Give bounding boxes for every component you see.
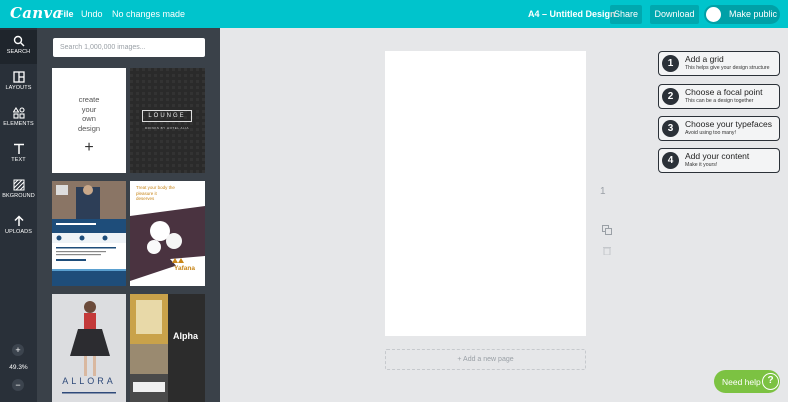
- uploads-icon: [13, 215, 24, 226]
- alpha-title: Alpha: [173, 331, 199, 341]
- alpha-artwork: [130, 294, 168, 402]
- allora-title: ALLORA: [62, 376, 116, 386]
- tip-number: 4: [662, 152, 679, 169]
- template-lounge[interactable]: LOUNGE DRINKS BY HOTEL ALIA: [130, 68, 205, 173]
- development-artwork: [52, 181, 126, 286]
- tip-number: 1: [662, 55, 679, 72]
- nav-elements[interactable]: ELEMENTS: [0, 102, 37, 136]
- text-icon: [13, 143, 24, 154]
- delete-page-icon[interactable]: [603, 246, 611, 255]
- need-help-label: Need help: [722, 377, 761, 387]
- nav-uploads-label: UPLOADS: [5, 229, 32, 235]
- create-own-design-text: create your own design: [77, 95, 101, 133]
- copy-page-icon[interactable]: [602, 225, 612, 235]
- nav-layouts-label: LAYOUTS: [5, 85, 32, 91]
- nav-text-label: TEXT: [11, 157, 26, 163]
- tip-card-3: 3 Choose your typefaces Avoid using too …: [658, 116, 780, 141]
- tip-title: Choose your typefaces: [685, 119, 772, 129]
- tip-title: Choose a focal point: [685, 87, 763, 97]
- tip-title: Add your content: [685, 151, 750, 161]
- nav-text[interactable]: TEXT: [0, 138, 37, 172]
- background-icon: [13, 179, 24, 191]
- zoom-level: 49.3%: [9, 364, 28, 371]
- tip-description: Make it yours!: [685, 162, 718, 168]
- template-development[interactable]: [52, 181, 126, 286]
- nav-background-label: BKGROUND: [2, 193, 35, 199]
- tip-description: This can be a design together: [685, 98, 754, 104]
- nav-layouts[interactable]: LAYOUTS: [0, 66, 37, 100]
- create-own-design-tile[interactable]: create your own design +: [52, 68, 126, 173]
- template-allora[interactable]: ALLORA: [52, 294, 126, 402]
- nav-background[interactable]: BKGROUND: [0, 174, 37, 208]
- need-help-button[interactable]: Need help ?: [714, 370, 780, 393]
- lounge-subtitle: DRINKS BY HOTEL ALIA: [144, 126, 189, 130]
- plus-icon: +: [84, 139, 94, 156]
- help-question-icon: ?: [762, 373, 779, 390]
- toggle-knob: [706, 7, 721, 22]
- tip-description: This helps give your design structure: [685, 65, 770, 71]
- download-button[interactable]: Download: [650, 5, 699, 24]
- design-title[interactable]: A4 – Untitled Design: [528, 9, 616, 19]
- tip-description: Avoid using too many!: [685, 130, 736, 136]
- make-public-toggle[interactable]: Make public: [704, 5, 780, 24]
- share-button[interactable]: Share: [610, 5, 642, 24]
- menu-undo[interactable]: Undo: [81, 9, 103, 19]
- make-public-label: Make public: [729, 9, 778, 19]
- image-search-input[interactable]: Search 1,000,000 images...: [53, 38, 205, 57]
- tip-card-4: 4 Add your content Make it yours!: [658, 148, 780, 173]
- nav-uploads[interactable]: UPLOADS: [0, 210, 37, 244]
- add-page-button[interactable]: + Add a new page: [385, 349, 586, 370]
- lounge-title: LOUNGE: [142, 110, 192, 122]
- yafana-title: Yafana: [174, 265, 195, 272]
- layouts-icon: [12, 71, 25, 83]
- top-bar: Canva File Undo No changes made A4 – Unt…: [0, 0, 788, 28]
- tip-card-2: 2 Choose a focal point This can be a des…: [658, 84, 780, 109]
- save-status: No changes made: [112, 9, 186, 19]
- left-nav: SEARCH LAYOUTS ELEMENTS TEXT BKGROUND UP…: [0, 28, 37, 402]
- tip-card-1: 1 Add a grid This helps give your design…: [658, 51, 780, 76]
- yafana-tagline: Treat your body the pleasure it deserves: [136, 185, 175, 201]
- elements-icon: [12, 107, 25, 119]
- zoom-in-button[interactable]: +: [12, 344, 24, 356]
- template-yafana[interactable]: Treat your body the pleasure it deserves…: [130, 181, 205, 286]
- template-alpha[interactable]: Alpha: [130, 294, 205, 402]
- search-icon: [13, 35, 24, 47]
- tip-number: 3: [662, 120, 679, 137]
- design-page[interactable]: [385, 51, 586, 336]
- page-number: 1: [600, 186, 606, 197]
- nav-elements-label: ELEMENTS: [3, 121, 34, 127]
- tip-title: Add a grid: [685, 54, 724, 64]
- tip-number: 2: [662, 88, 679, 105]
- nav-search[interactable]: SEARCH: [0, 30, 37, 64]
- template-panel: Search 1,000,000 images... create your o…: [37, 28, 220, 402]
- menu-file[interactable]: File: [58, 9, 74, 19]
- nav-search-label: SEARCH: [6, 49, 31, 55]
- zoom-out-button[interactable]: −: [12, 379, 24, 391]
- canva-logo[interactable]: Canva: [10, 4, 63, 22]
